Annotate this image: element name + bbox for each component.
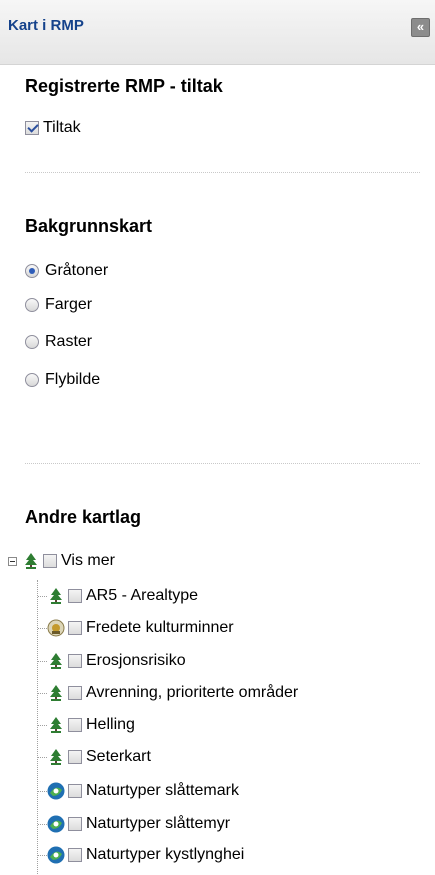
layer-checkbox[interactable]	[68, 817, 82, 831]
tree-icon	[22, 552, 40, 570]
layer-label: AR5 - Arealtype	[86, 587, 199, 604]
radio-gratoner[interactable]	[25, 264, 39, 278]
layer-row[interactable]: Naturtyper slåttemark	[47, 779, 239, 803]
layer-checkbox[interactable]	[68, 589, 82, 603]
tree-connector	[38, 757, 47, 758]
nature-type-icon	[47, 815, 65, 833]
collapse-button[interactable]: «	[411, 18, 430, 37]
other-layers-heading: Andre kartlag	[25, 507, 142, 527]
layer-label: Naturtyper kystlynghei	[86, 846, 245, 863]
tree-connector	[38, 725, 47, 726]
layer-label: Fredete kulturminner	[86, 619, 234, 636]
tiltak-checkbox[interactable]	[25, 121, 39, 135]
radio-flybilde[interactable]	[25, 373, 39, 387]
tree-connector	[38, 791, 47, 792]
registered-heading: Registrerte RMP - tiltak	[25, 76, 223, 96]
tree-connector	[38, 693, 47, 694]
tree-label: Vis mer	[61, 552, 115, 569]
layer-row[interactable]: AR5 - Arealtype	[47, 584, 198, 608]
layer-checkbox[interactable]	[68, 848, 82, 862]
layer-row[interactable]: Naturtyper slåttemyr	[47, 812, 230, 836]
option-label: Gråtoner	[45, 262, 109, 279]
tiltak-option[interactable]: Tiltak	[25, 116, 81, 140]
tree-connector	[38, 855, 47, 856]
tree-icon	[47, 652, 65, 670]
background-heading: Bakgrunnskart	[25, 216, 153, 236]
layer-label: Seterkart	[86, 748, 151, 765]
panel-header: Kart i RMP «	[0, 0, 435, 65]
tree-root-row[interactable]: Vis mer	[8, 549, 115, 573]
layer-row[interactable]: Naturtyper kystlynghei	[47, 843, 244, 867]
tiltak-label: Tiltak	[43, 119, 81, 136]
layer-label: Erosjonsrisiko	[86, 652, 186, 669]
layer-row[interactable]: Erosjonsrisiko	[47, 649, 186, 673]
layer-row[interactable]: Seterkart	[47, 745, 151, 769]
tree-icon	[47, 684, 65, 702]
layer-row[interactable]: Avrenning, prioriterte områder	[47, 681, 298, 705]
divider	[25, 463, 420, 464]
tree-connector	[37, 580, 38, 874]
radio-raster[interactable]	[25, 335, 39, 349]
background-option-gratoner[interactable]: Gråtoner	[25, 259, 108, 283]
nature-type-icon	[47, 782, 65, 800]
layer-row[interactable]: Helling	[47, 713, 135, 737]
layer-label: Naturtyper slåttemyr	[86, 815, 231, 832]
radio-farger[interactable]	[25, 298, 39, 312]
layer-checkbox[interactable]	[68, 718, 82, 732]
vis-mer-checkbox[interactable]	[43, 554, 57, 568]
layer-checkbox[interactable]	[68, 784, 82, 798]
tree-connector	[38, 661, 47, 662]
background-option-raster[interactable]: Raster	[25, 330, 92, 354]
collapse-toggle-icon[interactable]	[8, 556, 17, 566]
background-option-farger[interactable]: Farger	[25, 293, 92, 317]
layer-label: Helling	[86, 716, 135, 733]
tree-icon	[47, 748, 65, 766]
layer-label: Avrenning, prioriterte områder	[86, 684, 299, 701]
option-label: Farger	[45, 296, 93, 313]
layer-label: Naturtyper slåttemark	[86, 782, 239, 799]
tree-connector	[38, 628, 47, 629]
option-label: Raster	[45, 333, 93, 350]
tree-connector	[38, 596, 47, 597]
layer-checkbox[interactable]	[68, 750, 82, 764]
heritage-icon	[47, 619, 65, 637]
tree-icon	[47, 716, 65, 734]
divider	[25, 172, 420, 173]
nature-type-icon	[47, 846, 65, 864]
layer-row[interactable]: Fredete kulturminner	[47, 616, 234, 640]
layer-checkbox[interactable]	[68, 621, 82, 635]
tree-connector	[38, 824, 47, 825]
option-label: Flybilde	[45, 371, 101, 388]
background-option-flybilde[interactable]: Flybilde	[25, 368, 100, 392]
layer-checkbox[interactable]	[68, 686, 82, 700]
layer-checkbox[interactable]	[68, 654, 82, 668]
panel-title: Kart i RMP	[8, 17, 84, 34]
tree-icon	[47, 587, 65, 605]
